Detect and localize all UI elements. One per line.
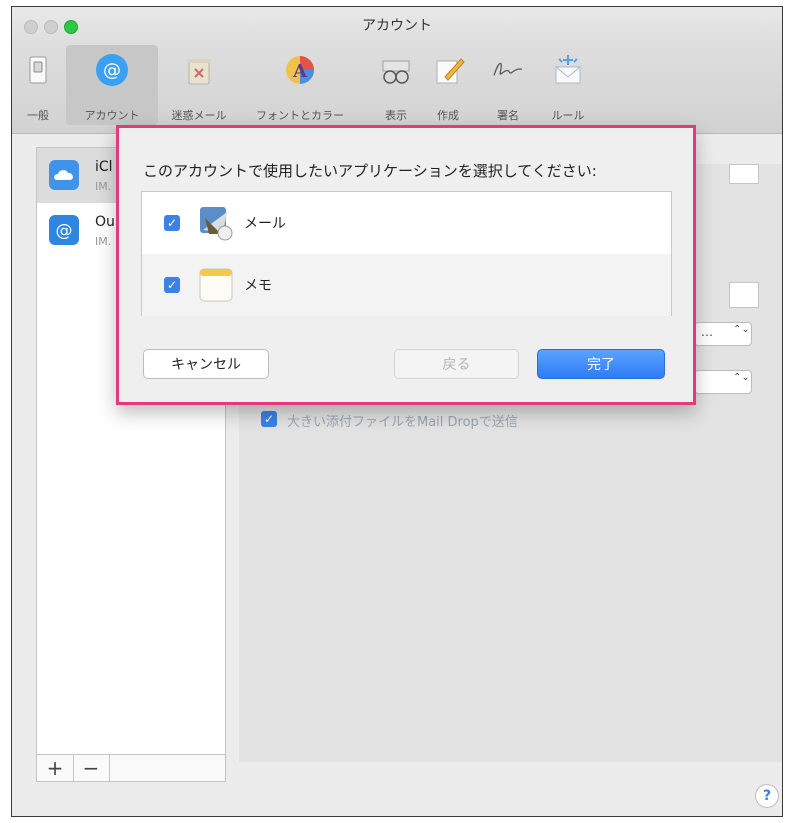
account-name: Ou	[95, 214, 115, 230]
toolbar-item-accounts[interactable]: @ アカウント	[66, 45, 158, 125]
svg-text:@: @	[56, 221, 73, 241]
help-button[interactable]: ?	[755, 784, 779, 808]
toolbar-item-rules[interactable]: ルール	[540, 45, 596, 125]
at-sign-icon: @	[95, 53, 129, 87]
app-row-mail[interactable]: ✓ メール	[142, 192, 671, 254]
server-popup[interactable]: ⌃⌄	[694, 370, 752, 394]
sidebar-button-bar: + −	[36, 754, 226, 782]
cancel-button[interactable]: キャンセル	[143, 349, 269, 379]
app-name: メモ	[244, 278, 272, 294]
done-button[interactable]: 完了	[537, 349, 665, 379]
toolbar-item-general[interactable]: 一般	[16, 45, 60, 125]
email-field[interactable]	[729, 282, 759, 308]
toolbar-label: 表示	[385, 109, 407, 122]
mail-drop-label: 大きい添付ファイルをMail Dropで送信	[287, 415, 518, 430]
toolbar-label: 署名	[497, 109, 519, 122]
pencil-icon	[431, 53, 465, 87]
sheet-prompt: このアカウントで使用したいアプリケーションを選択してください:	[143, 162, 597, 180]
toolbar-label: フォントとカラー	[256, 109, 344, 122]
remove-account-button[interactable]: −	[73, 755, 110, 781]
icloud-icon	[49, 160, 79, 190]
signature-icon	[491, 53, 525, 87]
popup-value: …	[701, 325, 713, 339]
account-name: iCl	[95, 159, 113, 175]
toolbar-label: アカウント	[84, 109, 140, 122]
svg-text:@: @	[103, 60, 121, 81]
toolbar-item-signatures[interactable]: 署名	[480, 45, 536, 125]
notes-checkbox[interactable]: ✓	[164, 277, 180, 293]
email-address-popup[interactable]: … ⌃⌄	[694, 322, 752, 346]
back-button[interactable]: 戻る	[394, 349, 519, 379]
glasses-icon	[379, 53, 413, 87]
add-account-button[interactable]: +	[37, 755, 74, 781]
toolbar-item-composing[interactable]: 作成	[424, 45, 472, 125]
switch-icon	[21, 53, 55, 87]
toolbar-label: ルール	[551, 109, 585, 122]
notes-app-icon	[197, 266, 235, 304]
junk-trash-icon	[182, 53, 216, 87]
font-color-icon: A	[283, 53, 317, 87]
updown-arrow-icon: ⌃⌄	[733, 372, 750, 383]
toolbar-item-fonts[interactable]: A フォントとカラー	[238, 45, 362, 125]
toolbar-label: 作成	[437, 109, 459, 122]
app-list: ✓ メール ✓ メモ	[141, 191, 672, 316]
toolbar-label: 迷惑メール	[171, 109, 227, 122]
account-type: IM.	[95, 235, 112, 248]
svg-text:A: A	[292, 61, 308, 82]
app-row-notes[interactable]: ✓ メモ	[142, 254, 671, 316]
app-selection-sheet: このアカウントで使用したいアプリケーションを選択してください: ✓ メール ✓ …	[116, 125, 696, 405]
toolbar-item-viewing[interactable]: 表示	[372, 45, 420, 125]
account-type: IM.	[95, 180, 112, 193]
mail-drop-checkbox[interactable]: ✓	[261, 411, 277, 427]
mail-checkbox[interactable]: ✓	[164, 215, 180, 231]
description-field[interactable]	[729, 164, 759, 184]
at-sign-icon: @	[49, 215, 79, 245]
app-name: メール	[244, 216, 286, 232]
toolbar-item-junk[interactable]: 迷惑メール	[162, 45, 236, 125]
window-title: アカウント	[362, 18, 432, 34]
toolbar-label: 一般	[27, 109, 49, 122]
preferences-toolbar: 一般 @ アカウント 迷惑メール A フォントとカラー 表示 作成 署名 ルール	[12, 43, 782, 134]
rules-envelope-icon	[551, 53, 585, 87]
mail-app-icon	[197, 204, 235, 242]
updown-arrow-icon: ⌃⌄	[733, 324, 750, 335]
